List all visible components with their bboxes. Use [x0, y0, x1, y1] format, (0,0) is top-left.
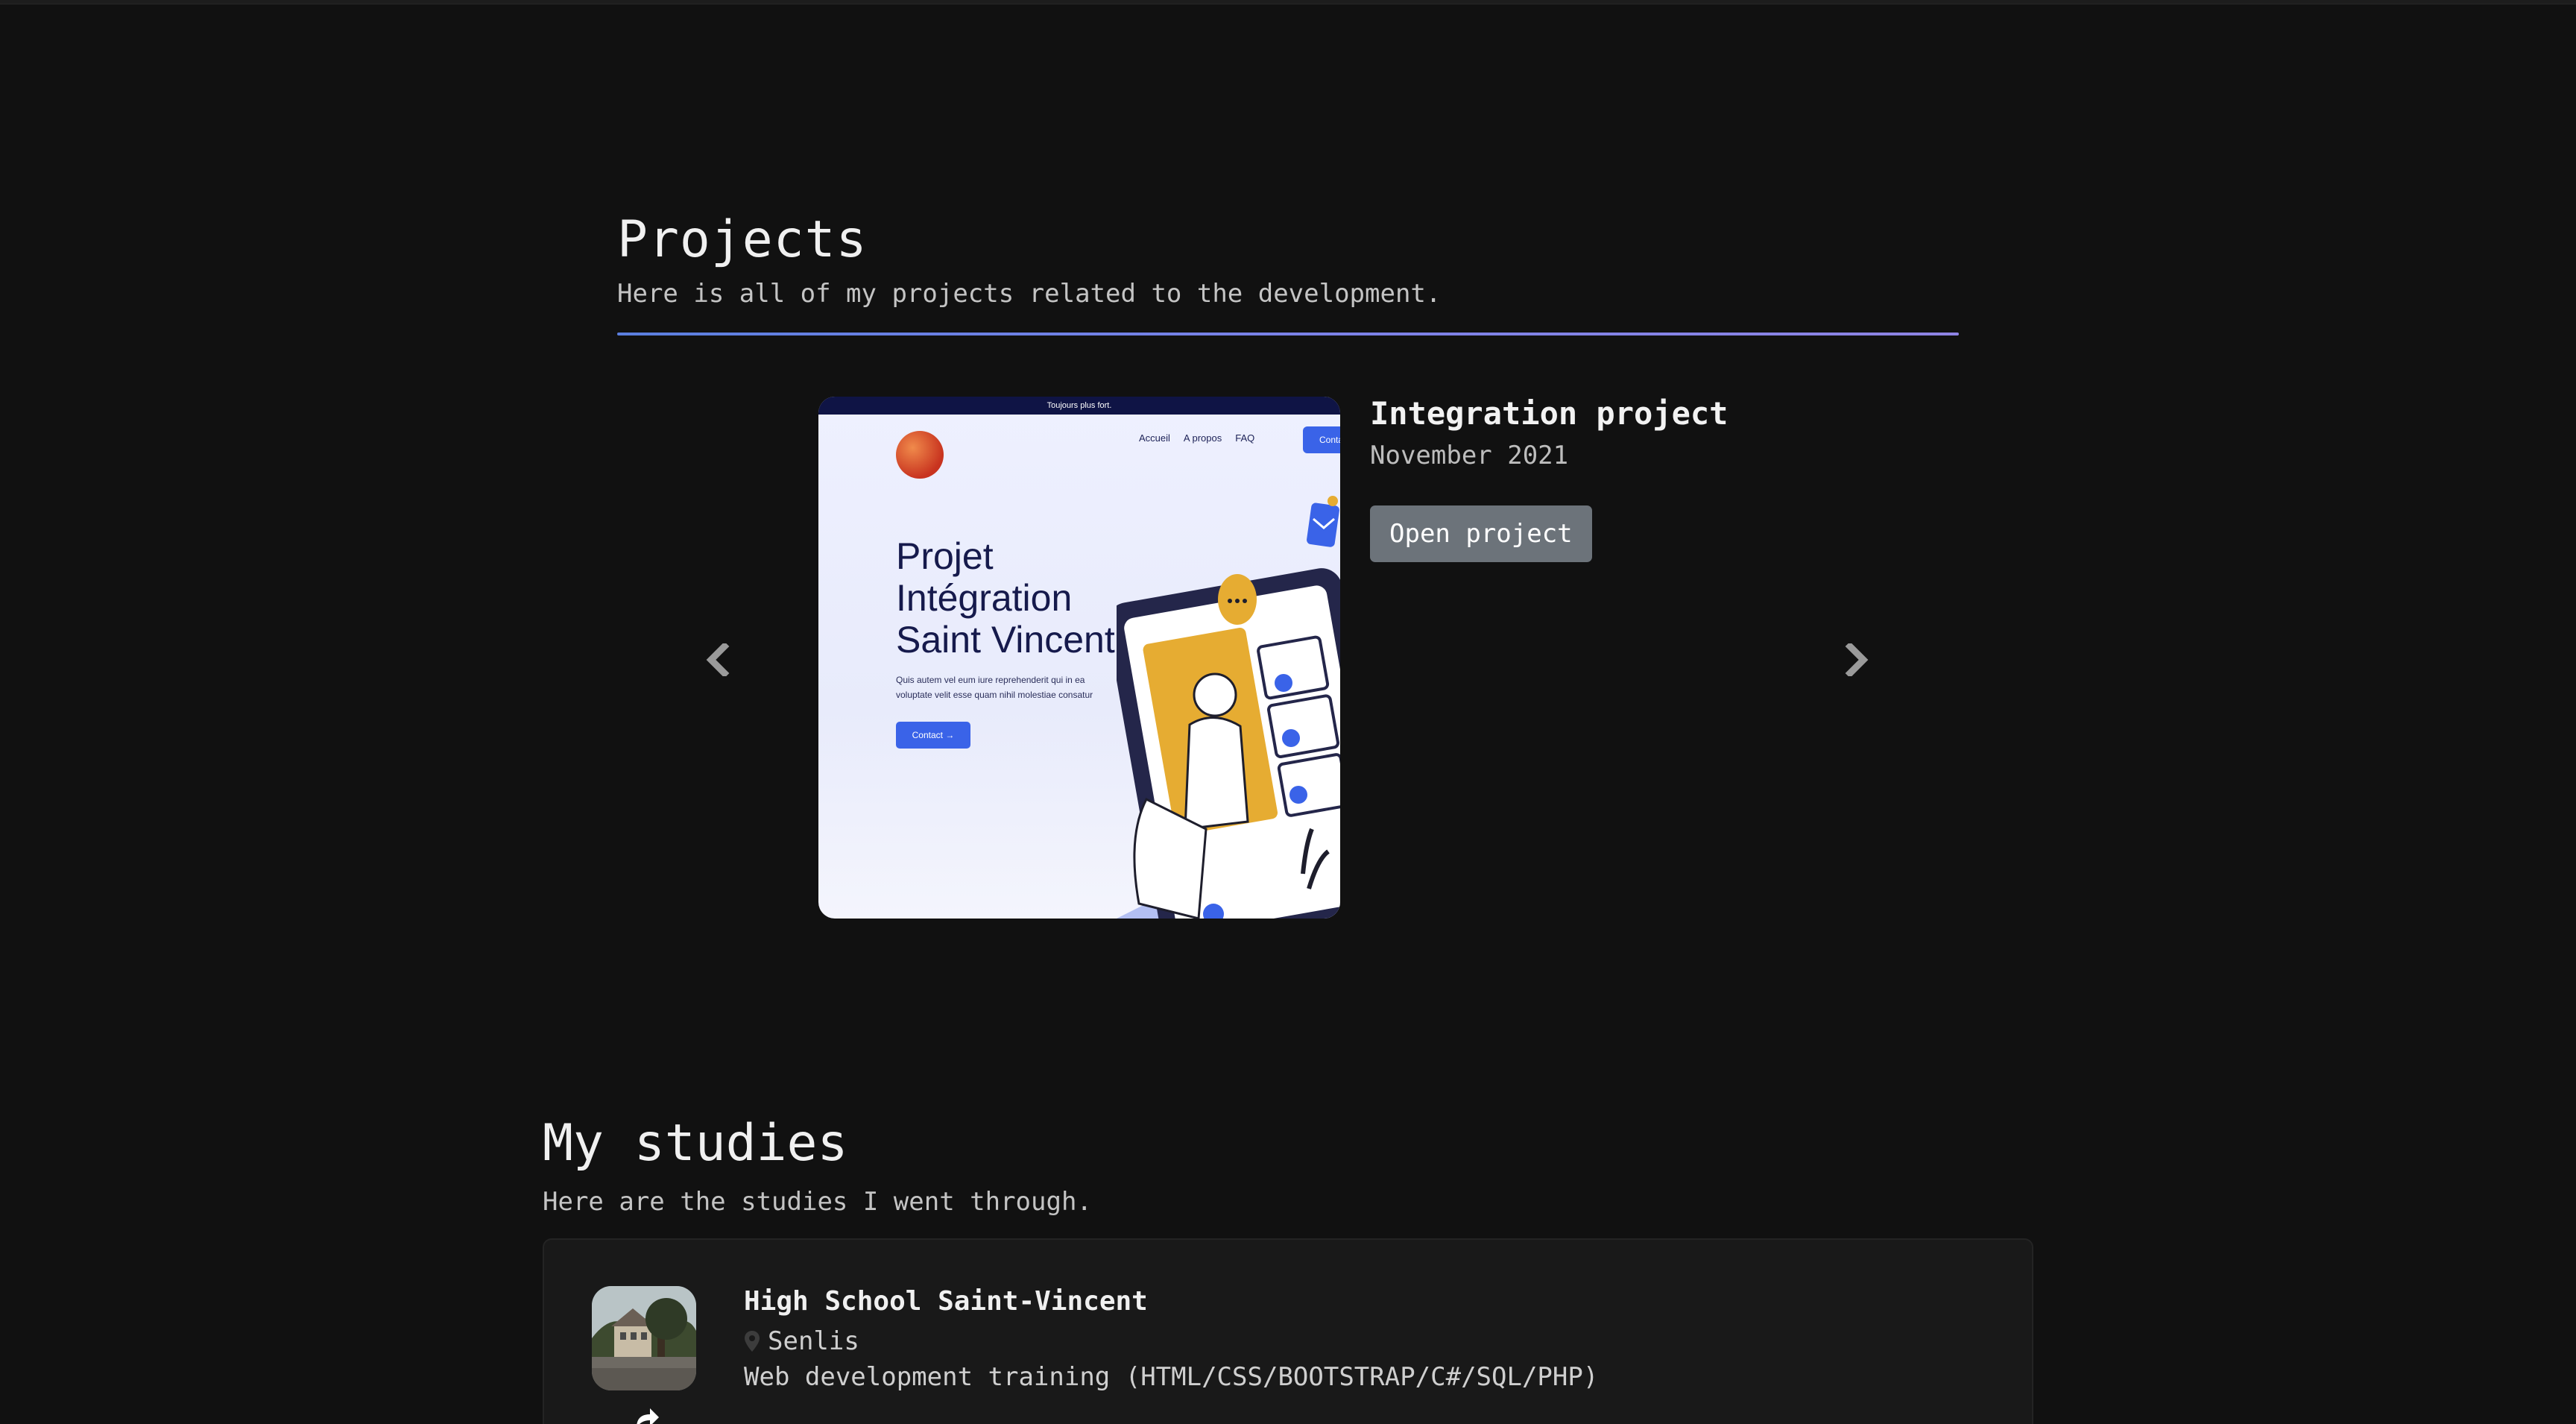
share-arrow-icon[interactable]	[631, 1402, 660, 1424]
top-edge	[0, 0, 2576, 4]
map-pin-icon	[745, 1331, 760, 1352]
chevron-left-icon	[706, 643, 730, 676]
carousel-next-button[interactable]	[1838, 637, 1875, 682]
screenshot-hero-line: Intégration	[896, 577, 1073, 619]
project-caption: Integration project November 2021	[1370, 395, 1728, 470]
projects-subtitle: Here is all of my projects related to th…	[617, 279, 1442, 309]
screenshot-cta: Contact →	[896, 722, 970, 749]
screenshot-hero-text: Quis autem vel eum iure reprehenderit qu…	[896, 675, 1093, 700]
study-school-name: High School Saint-Vincent	[744, 1286, 1148, 1317]
study-description: Web development training (HTML/CSS/BOOTS…	[744, 1362, 1599, 1392]
screenshot-logo	[896, 431, 944, 479]
screenshot-hero-line: Saint Vincent	[896, 619, 1115, 661]
study-card: High School Saint-Vincent Senlis Web dev…	[543, 1238, 2033, 1424]
projects-title: Projects	[617, 210, 868, 269]
study-location: Senlis	[744, 1326, 859, 1356]
screenshot-nav-button: Contact	[1303, 426, 1340, 453]
screenshot-nav-item: FAQ	[1235, 432, 1255, 444]
screenshot-nav-item: A propos	[1183, 432, 1222, 444]
screenshot-topbar: Toujours plus fort.	[818, 397, 1340, 415]
studies-title: My studies	[543, 1114, 848, 1173]
screenshot-nav-item: Accueil	[1139, 432, 1170, 444]
project-screenshot: Toujours plus fort. Accueil A propos FAQ…	[818, 397, 1340, 919]
projects-divider	[617, 333, 1959, 335]
screenshot-hero-title: Projet Intégration Saint Vincent	[896, 535, 1134, 661]
screenshot-hero-line: Projet	[896, 535, 994, 577]
carousel-prev-button[interactable]	[699, 637, 736, 682]
screenshot-nav: Accueil A propos FAQ	[1139, 432, 1254, 444]
screenshot-illustration	[1117, 496, 1340, 919]
school-photo	[592, 1286, 696, 1390]
study-location-text: Senlis	[768, 1326, 859, 1356]
project-title: Integration project	[1370, 395, 1729, 432]
studies-subtitle: Here are the studies I went through.	[543, 1187, 1092, 1217]
project-date: November 2021	[1370, 441, 1569, 470]
chevron-right-icon	[1845, 643, 1869, 676]
open-project-button[interactable]: Open project	[1370, 505, 1592, 562]
